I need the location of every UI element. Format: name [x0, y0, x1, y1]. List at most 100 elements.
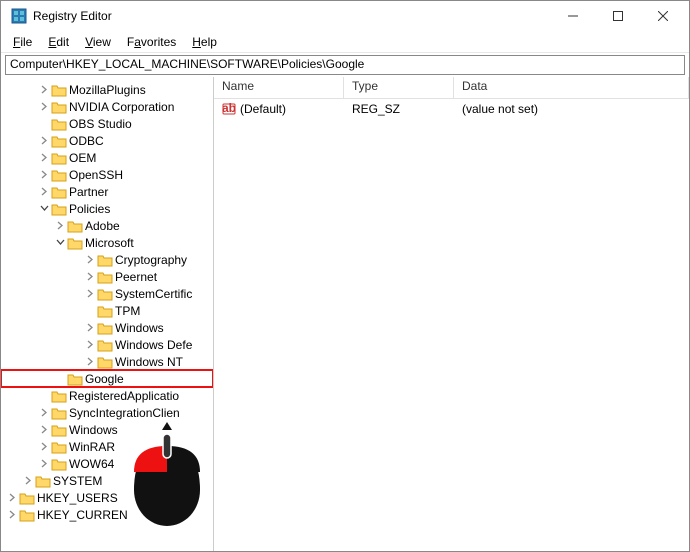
- folder-icon: [97, 270, 113, 284]
- tree-node-systemcert[interactable]: SystemCertific: [1, 285, 213, 302]
- folder-icon: [51, 423, 67, 437]
- folder-icon: [97, 287, 113, 301]
- tree-node-windowsdefe[interactable]: Windows Defe: [1, 336, 213, 353]
- tree-node-system[interactable]: SYSTEM: [1, 472, 213, 489]
- folder-icon: [67, 219, 83, 233]
- tree-pane[interactable]: MozillaPlugins NVIDIA Corporation OBS St…: [1, 77, 214, 551]
- window-controls: [550, 1, 685, 31]
- close-button[interactable]: [640, 1, 685, 31]
- tree-node-microsoft[interactable]: Microsoft: [1, 234, 213, 251]
- chevron-right-icon[interactable]: [37, 153, 51, 162]
- folder-icon: [51, 389, 67, 403]
- tree-node-openssh[interactable]: OpenSSH: [1, 166, 213, 183]
- tree-node-windows[interactable]: Windows: [1, 319, 213, 336]
- tree-node-registeredapp[interactable]: RegisteredApplicatio: [1, 387, 213, 404]
- chevron-right-icon[interactable]: [5, 510, 19, 519]
- chevron-right-icon[interactable]: [37, 187, 51, 196]
- tree-node-syncintegration[interactable]: SyncIntegrationClien: [1, 404, 213, 421]
- chevron-down-icon[interactable]: [53, 238, 67, 247]
- maximize-button[interactable]: [595, 1, 640, 31]
- chevron-right-icon[interactable]: [37, 425, 51, 434]
- folder-icon: [51, 185, 67, 199]
- tree-node-oem[interactable]: OEM: [1, 149, 213, 166]
- tree-node-wow64[interactable]: WOW64: [1, 455, 213, 472]
- list-header: Name Type Data: [214, 77, 689, 99]
- folder-icon: [97, 321, 113, 335]
- tree-node-windowsnt[interactable]: Windows NT: [1, 353, 213, 370]
- chevron-right-icon[interactable]: [83, 340, 97, 349]
- tree-node-hkeycurrent[interactable]: HKEY_CURREN: [1, 506, 213, 523]
- folder-icon: [51, 134, 67, 148]
- folder-icon: [51, 457, 67, 471]
- chevron-right-icon[interactable]: [53, 221, 67, 230]
- window-title: Registry Editor: [33, 9, 550, 23]
- tree-node-peernet[interactable]: Peernet: [1, 268, 213, 285]
- tree-node-partner[interactable]: Partner: [1, 183, 213, 200]
- folder-icon: [97, 253, 113, 267]
- address-bar[interactable]: Computer\HKEY_LOCAL_MACHINE\SOFTWARE\Pol…: [5, 55, 685, 75]
- tree-node-hkeyusers[interactable]: HKEY_USERS: [1, 489, 213, 506]
- menu-file[interactable]: File: [5, 33, 40, 51]
- tree-node-mozillaplugins[interactable]: MozillaPlugins: [1, 81, 213, 98]
- menubar: File Edit View Favorites Help: [1, 31, 689, 53]
- registry-editor-window: Registry Editor File Edit View Favorites…: [0, 0, 690, 552]
- tree-node-policies[interactable]: Policies: [1, 200, 213, 217]
- tree-node-windows2[interactable]: Windows: [1, 421, 213, 438]
- column-header-name[interactable]: Name: [214, 77, 344, 98]
- chevron-right-icon[interactable]: [83, 272, 97, 281]
- column-header-data[interactable]: Data: [454, 77, 689, 98]
- chevron-right-icon[interactable]: [5, 493, 19, 502]
- menu-favorites[interactable]: Favorites: [119, 33, 184, 51]
- string-value-icon: ab: [222, 102, 236, 116]
- tree-node-obs[interactable]: OBS Studio: [1, 115, 213, 132]
- tree-node-winrar[interactable]: WinRAR: [1, 438, 213, 455]
- chevron-right-icon[interactable]: [37, 170, 51, 179]
- svg-text:ab: ab: [222, 102, 236, 115]
- list-body: ab (Default) REG_SZ (value not set): [214, 99, 689, 551]
- chevron-right-icon[interactable]: [21, 476, 35, 485]
- chevron-right-icon[interactable]: [37, 102, 51, 111]
- folder-icon: [51, 440, 67, 454]
- chevron-right-icon[interactable]: [37, 442, 51, 451]
- chevron-right-icon[interactable]: [83, 357, 97, 366]
- menu-view[interactable]: View: [77, 33, 119, 51]
- chevron-right-icon[interactable]: [37, 136, 51, 145]
- folder-icon: [51, 168, 67, 182]
- list-pane[interactable]: Name Type Data ab (Default) REG_SZ (valu…: [214, 77, 689, 551]
- titlebar: Registry Editor: [1, 1, 689, 31]
- value-type: REG_SZ: [344, 102, 454, 116]
- tree-node-nvidia[interactable]: NVIDIA Corporation: [1, 98, 213, 115]
- app-icon: [11, 8, 27, 24]
- folder-icon: [19, 491, 35, 505]
- minimize-button[interactable]: [550, 1, 595, 31]
- chevron-right-icon[interactable]: [37, 85, 51, 94]
- chevron-right-icon[interactable]: [37, 408, 51, 417]
- chevron-right-icon[interactable]: [83, 255, 97, 264]
- folder-icon: [51, 83, 67, 97]
- folder-icon: [97, 304, 113, 318]
- folder-icon: [51, 406, 67, 420]
- menu-edit[interactable]: Edit: [40, 33, 77, 51]
- tree-node-odbc[interactable]: ODBC: [1, 132, 213, 149]
- folder-icon: [51, 202, 67, 216]
- column-header-type[interactable]: Type: [344, 77, 454, 98]
- folder-icon: [51, 151, 67, 165]
- folder-icon: [97, 355, 113, 369]
- chevron-right-icon[interactable]: [37, 459, 51, 468]
- chevron-right-icon[interactable]: [83, 289, 97, 298]
- value-data: (value not set): [454, 102, 689, 116]
- folder-icon: [51, 117, 67, 131]
- menu-help[interactable]: Help: [184, 33, 225, 51]
- folder-icon: [19, 508, 35, 522]
- chevron-down-icon[interactable]: [37, 204, 51, 213]
- list-row[interactable]: ab (Default) REG_SZ (value not set): [214, 99, 689, 119]
- tree-node-adobe[interactable]: Adobe: [1, 217, 213, 234]
- tree-node-tpm[interactable]: TPM: [1, 302, 213, 319]
- value-name: (Default): [240, 102, 286, 116]
- folder-icon: [35, 474, 51, 488]
- chevron-right-icon[interactable]: [83, 323, 97, 332]
- folder-icon: [67, 372, 83, 386]
- tree-node-google-selected[interactable]: Google: [1, 370, 213, 387]
- folder-icon: [97, 338, 113, 352]
- tree-node-cryptography[interactable]: Cryptography: [1, 251, 213, 268]
